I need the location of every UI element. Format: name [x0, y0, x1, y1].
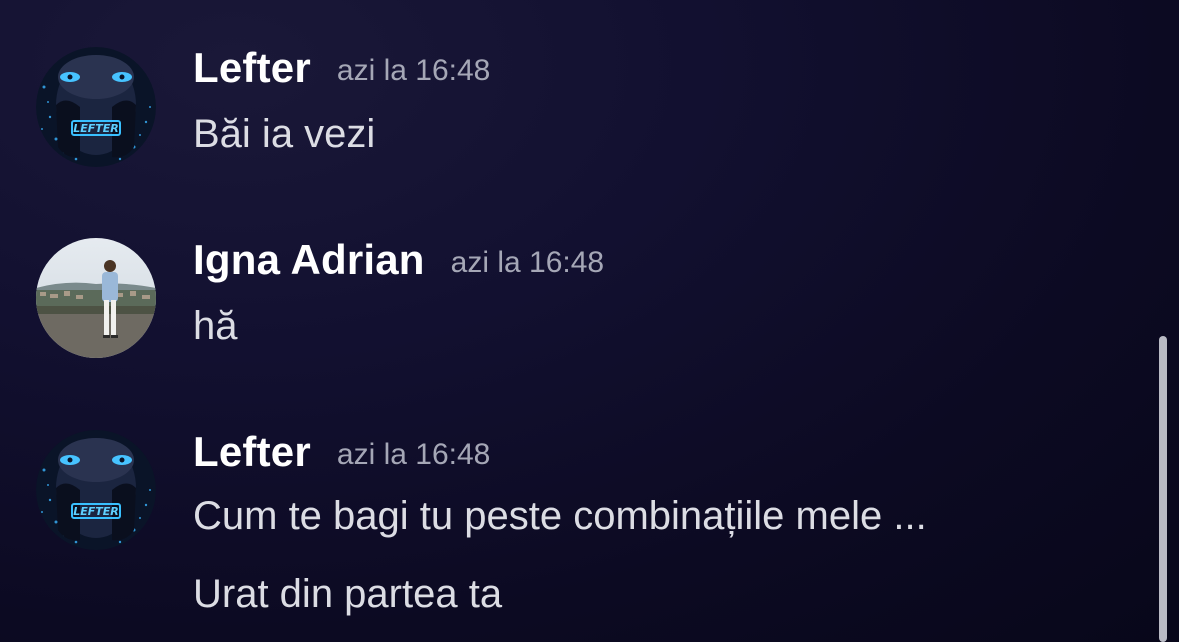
- username[interactable]: Lefter: [193, 428, 311, 475]
- timestamp: azi la 16:48: [336, 54, 491, 87]
- username[interactable]: Lefter: [193, 44, 311, 91]
- message-text: hă: [193, 304, 238, 348]
- svg-text:LEFTER: LEFTER: [73, 122, 119, 135]
- avatar[interactable]: LEFTER: [36, 47, 156, 167]
- person-photo-avatar-icon: [36, 238, 156, 358]
- message-header: Lefter azi la 16:48: [193, 428, 490, 476]
- masked-face-avatar-icon: LEFTER: [36, 430, 156, 550]
- timestamp: azi la 16:48: [336, 438, 491, 471]
- avatar[interactable]: [36, 238, 156, 358]
- message-header: Igna Adrian azi la 16:48: [193, 236, 604, 284]
- username[interactable]: Igna Adrian: [193, 236, 425, 283]
- masked-face-avatar-icon: LEFTER: [36, 47, 156, 167]
- message-group[interactable]: LEFTER Lefter azi la 16:48 Cum te bagi tu…: [0, 390, 1150, 642]
- scrollbar[interactable]: [1159, 336, 1167, 642]
- avatar[interactable]: LEFTER: [36, 430, 156, 550]
- message-text: Băi ia vezi: [193, 112, 376, 156]
- message-text: Urat din partea ta: [193, 572, 503, 616]
- message-group[interactable]: Igna Adrian azi la 16:48 hă: [0, 200, 1150, 390]
- chat-message-list[interactable]: LEFTER Lefter azi la 16:48 Băi ia vezi I…: [0, 0, 1179, 642]
- timestamp: azi la 16:48: [450, 246, 605, 279]
- svg-text:LEFTER: LEFTER: [73, 505, 119, 518]
- message-text: Cum te bagi tu peste combinațiile mele .…: [193, 494, 927, 538]
- message-group[interactable]: LEFTER Lefter azi la 16:48 Băi ia vezi: [0, 0, 1150, 200]
- message-header: Lefter azi la 16:48: [193, 44, 490, 92]
